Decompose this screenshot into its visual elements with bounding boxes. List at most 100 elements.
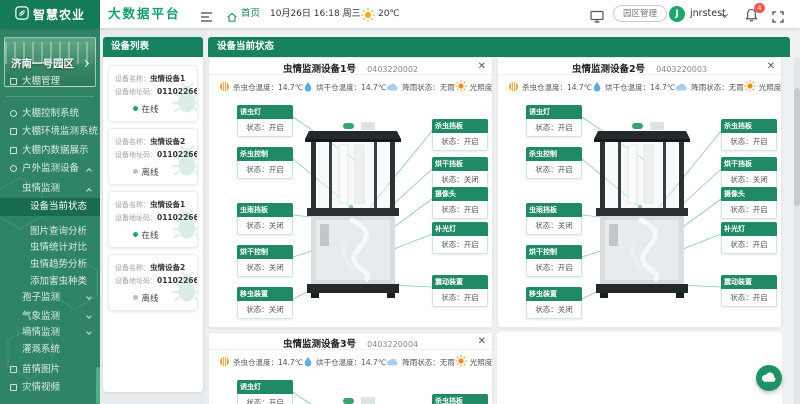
- component-label-title: 烘干挡板: [432, 157, 488, 171]
- sidebar-item-label: 大棚内数据展示: [22, 145, 89, 156]
- home-icon[interactable]: [226, 8, 238, 27]
- sidebar-item-seedling-images[interactable]: 苗情图片: [0, 361, 100, 379]
- app-logo: 智慧农业: [0, 0, 100, 28]
- component-label-dry-baffle: 烘干挡板状态：关闭: [721, 157, 777, 189]
- component-label-title: 杀虫挡板: [432, 394, 488, 404]
- droplet-icon: [303, 81, 313, 94]
- component-label-kill-baffle: 杀虫挡板: [432, 394, 488, 404]
- component-label-status: 状态：关闭: [526, 301, 582, 319]
- device-card[interactable]: 设备名称：虫情设备2 设备地址码：0110226666 离线: [108, 254, 198, 311]
- stat-text: 降雨状态：无雨: [691, 82, 744, 93]
- close-icon[interactable]: ✕: [478, 333, 486, 350]
- chevron-up-icon: [86, 188, 92, 194]
- sidebar-item-spore-monitoring[interactable]: 孢子监测: [0, 289, 100, 307]
- sidebar-item-label: 图片查询分析: [30, 226, 87, 237]
- device-card[interactable]: 设备名称：虫情设备1 设备地址码：0110226666 在线: [108, 191, 198, 248]
- sidebar-scrollbar[interactable]: [96, 367, 100, 404]
- sidebar-item-disaster-video[interactable]: 灾情视频: [0, 379, 100, 397]
- sidebar-item-soil-moisture-monitoring[interactable]: 墒情监测: [0, 324, 100, 342]
- component-label-status: 状态：开启: [721, 201, 777, 219]
- topbar: 智慧农业 大数据平台 首页 10月26日 16:18 周三 20℃ 园区管理 J…: [0, 0, 800, 28]
- device-illustration: [305, 121, 401, 305]
- status-dot: [133, 295, 138, 300]
- component-label-title: 诱虫灯: [237, 105, 293, 119]
- sidebar-item-pest-monitoring[interactable]: 虫情监测: [0, 180, 100, 198]
- sun-icon: [455, 80, 467, 94]
- device-panel-1: 虫情监测设备1号 0403220002 ✕ 杀虫仓温度：14.7℃ 烘干仓温度：…: [208, 57, 493, 328]
- sidebar-item-label: 设备当前状态: [30, 201, 87, 212]
- component-label-rain-baffle: 虫雨挡板状态：关闭: [526, 203, 582, 235]
- chevron-up-icon: [86, 168, 92, 174]
- component-label-status: 状态：开启: [237, 119, 293, 137]
- sidebar-divider: [6, 96, 94, 97]
- device-name-label: 设备名称：: [115, 264, 150, 272]
- device-card[interactable]: 设备名称：虫情设备2 设备地址码：0110226666 离线: [108, 128, 198, 185]
- logo-text: 智慧农业: [33, 6, 85, 23]
- device-addr-label: 设备地址码：: [115, 214, 157, 222]
- sidebar-item-greenhouse-data-display[interactable]: 大棚内数据展示: [0, 142, 100, 160]
- sidebar-item-pest-statistics-comparison[interactable]: 虫情统计对比: [0, 239, 100, 257]
- sidebar-item-irrigation-system[interactable]: 灌溉系统: [0, 341, 100, 359]
- platform-title: 大数据平台: [108, 0, 181, 28]
- avatar[interactable]: J: [669, 6, 685, 22]
- stat-text: 杀虫仓温度：14.7℃: [233, 82, 303, 93]
- screen-cast-icon[interactable]: [590, 8, 604, 27]
- stat-text: 杀虫仓温度：14.7℃: [233, 357, 303, 368]
- stat-text: 降雨状态：无雨: [402, 82, 455, 93]
- menu-collapse-icon[interactable]: [200, 8, 213, 27]
- cloud-upload-button[interactable]: [756, 365, 782, 391]
- sidebar-item-label: 灌溉系统: [22, 344, 60, 355]
- sidebar-item-label: 虫情监测: [22, 183, 60, 194]
- notification-badge: 4: [754, 3, 765, 13]
- component-label-status: 状态：开启: [721, 289, 777, 307]
- bug-icon: [169, 270, 198, 308]
- chevron-down-icon: [86, 313, 92, 319]
- component-label-lure-lamp: 诱虫灯状态：开启: [526, 105, 582, 137]
- sidebar-item-pest-trend-analysis[interactable]: 虫情趋势分析: [0, 256, 100, 274]
- stat-text: 烘干仓温度：14.7℃: [316, 357, 386, 368]
- sidebar-item-label: 添加害虫种类: [30, 276, 87, 287]
- main-scrollbar-thumb[interactable]: [794, 88, 800, 206]
- component-label-lure-lamp: 诱虫灯状态：开启: [237, 380, 293, 404]
- sidebar-item-label: 墒情监测: [22, 327, 60, 338]
- close-icon[interactable]: ✕: [767, 58, 775, 75]
- component-label-status: 状态：关闭: [237, 217, 293, 235]
- bell-icon[interactable]: 4: [745, 7, 761, 23]
- park-manage-button[interactable]: 园区管理: [613, 5, 667, 22]
- close-icon[interactable]: ✕: [478, 58, 486, 75]
- fullscreen-icon[interactable]: [772, 8, 784, 27]
- sun-icon: [744, 80, 756, 94]
- component-label-title: 诱虫灯: [237, 380, 293, 394]
- panel-title: 虫情监测设备1号: [283, 64, 356, 75]
- component-label-kill-baffle: 杀虫挡板状态：开启: [432, 119, 488, 151]
- device-name-label: 设备名称：: [115, 138, 150, 146]
- panel-device-code: 0403220003: [656, 65, 707, 74]
- sidebar-item-greenhouse-env-monitoring[interactable]: 大棚环境监测系统: [0, 123, 100, 141]
- stat-text: 光照度：9159Lux: [470, 357, 493, 368]
- leaf-icon: [15, 6, 29, 23]
- main-scrollbar[interactable]: [794, 57, 800, 404]
- panel-title: 虫情监测设备3号: [283, 339, 356, 350]
- component-label-status: 状态：开启: [526, 119, 582, 137]
- sidebar-item-outdoor-monitoring-devices[interactable]: 户外监测设备: [0, 160, 100, 178]
- stat-text: 烘干仓温度：14.7℃: [605, 82, 675, 93]
- sidebar-item-greenhouse-control-system[interactable]: 大棚控制系统: [0, 105, 100, 123]
- component-label-vibration-device: 震动装置状态：开启: [432, 275, 488, 307]
- component-label-title: 烘干挡板: [721, 157, 777, 171]
- home-link[interactable]: 首页: [241, 0, 260, 28]
- component-label-title: 补光灯: [721, 222, 777, 236]
- device-list-body: 设备名称：虫情设备1 设备地址码：0110226666 在线 设备名称：虫情设备…: [103, 57, 203, 392]
- device-list-header: 设备列表: [103, 37, 203, 57]
- component-label-title: 杀虫挡板: [432, 119, 488, 133]
- component-label-status: 状态：关闭: [237, 259, 293, 277]
- device-card[interactable]: 设备名称：虫情设备1 设备地址码：0110226666 在线: [108, 65, 198, 122]
- sidebar-item-greenhouse-management[interactable]: 大棚管理: [0, 73, 100, 91]
- component-label-status: 状态：开启: [526, 259, 582, 277]
- device-addr-label: 设备地址码：: [115, 151, 157, 159]
- video-icon: [10, 384, 17, 391]
- component-label-title: 虫雨挡板: [526, 203, 582, 217]
- component-label-title: 烘干控制: [526, 245, 582, 259]
- component-label-status: 状态：开启: [237, 394, 293, 404]
- sidebar-item-device-current-status[interactable]: 设备当前状态: [0, 198, 100, 216]
- component-label-camera: 摄像头状态：开启: [432, 187, 488, 219]
